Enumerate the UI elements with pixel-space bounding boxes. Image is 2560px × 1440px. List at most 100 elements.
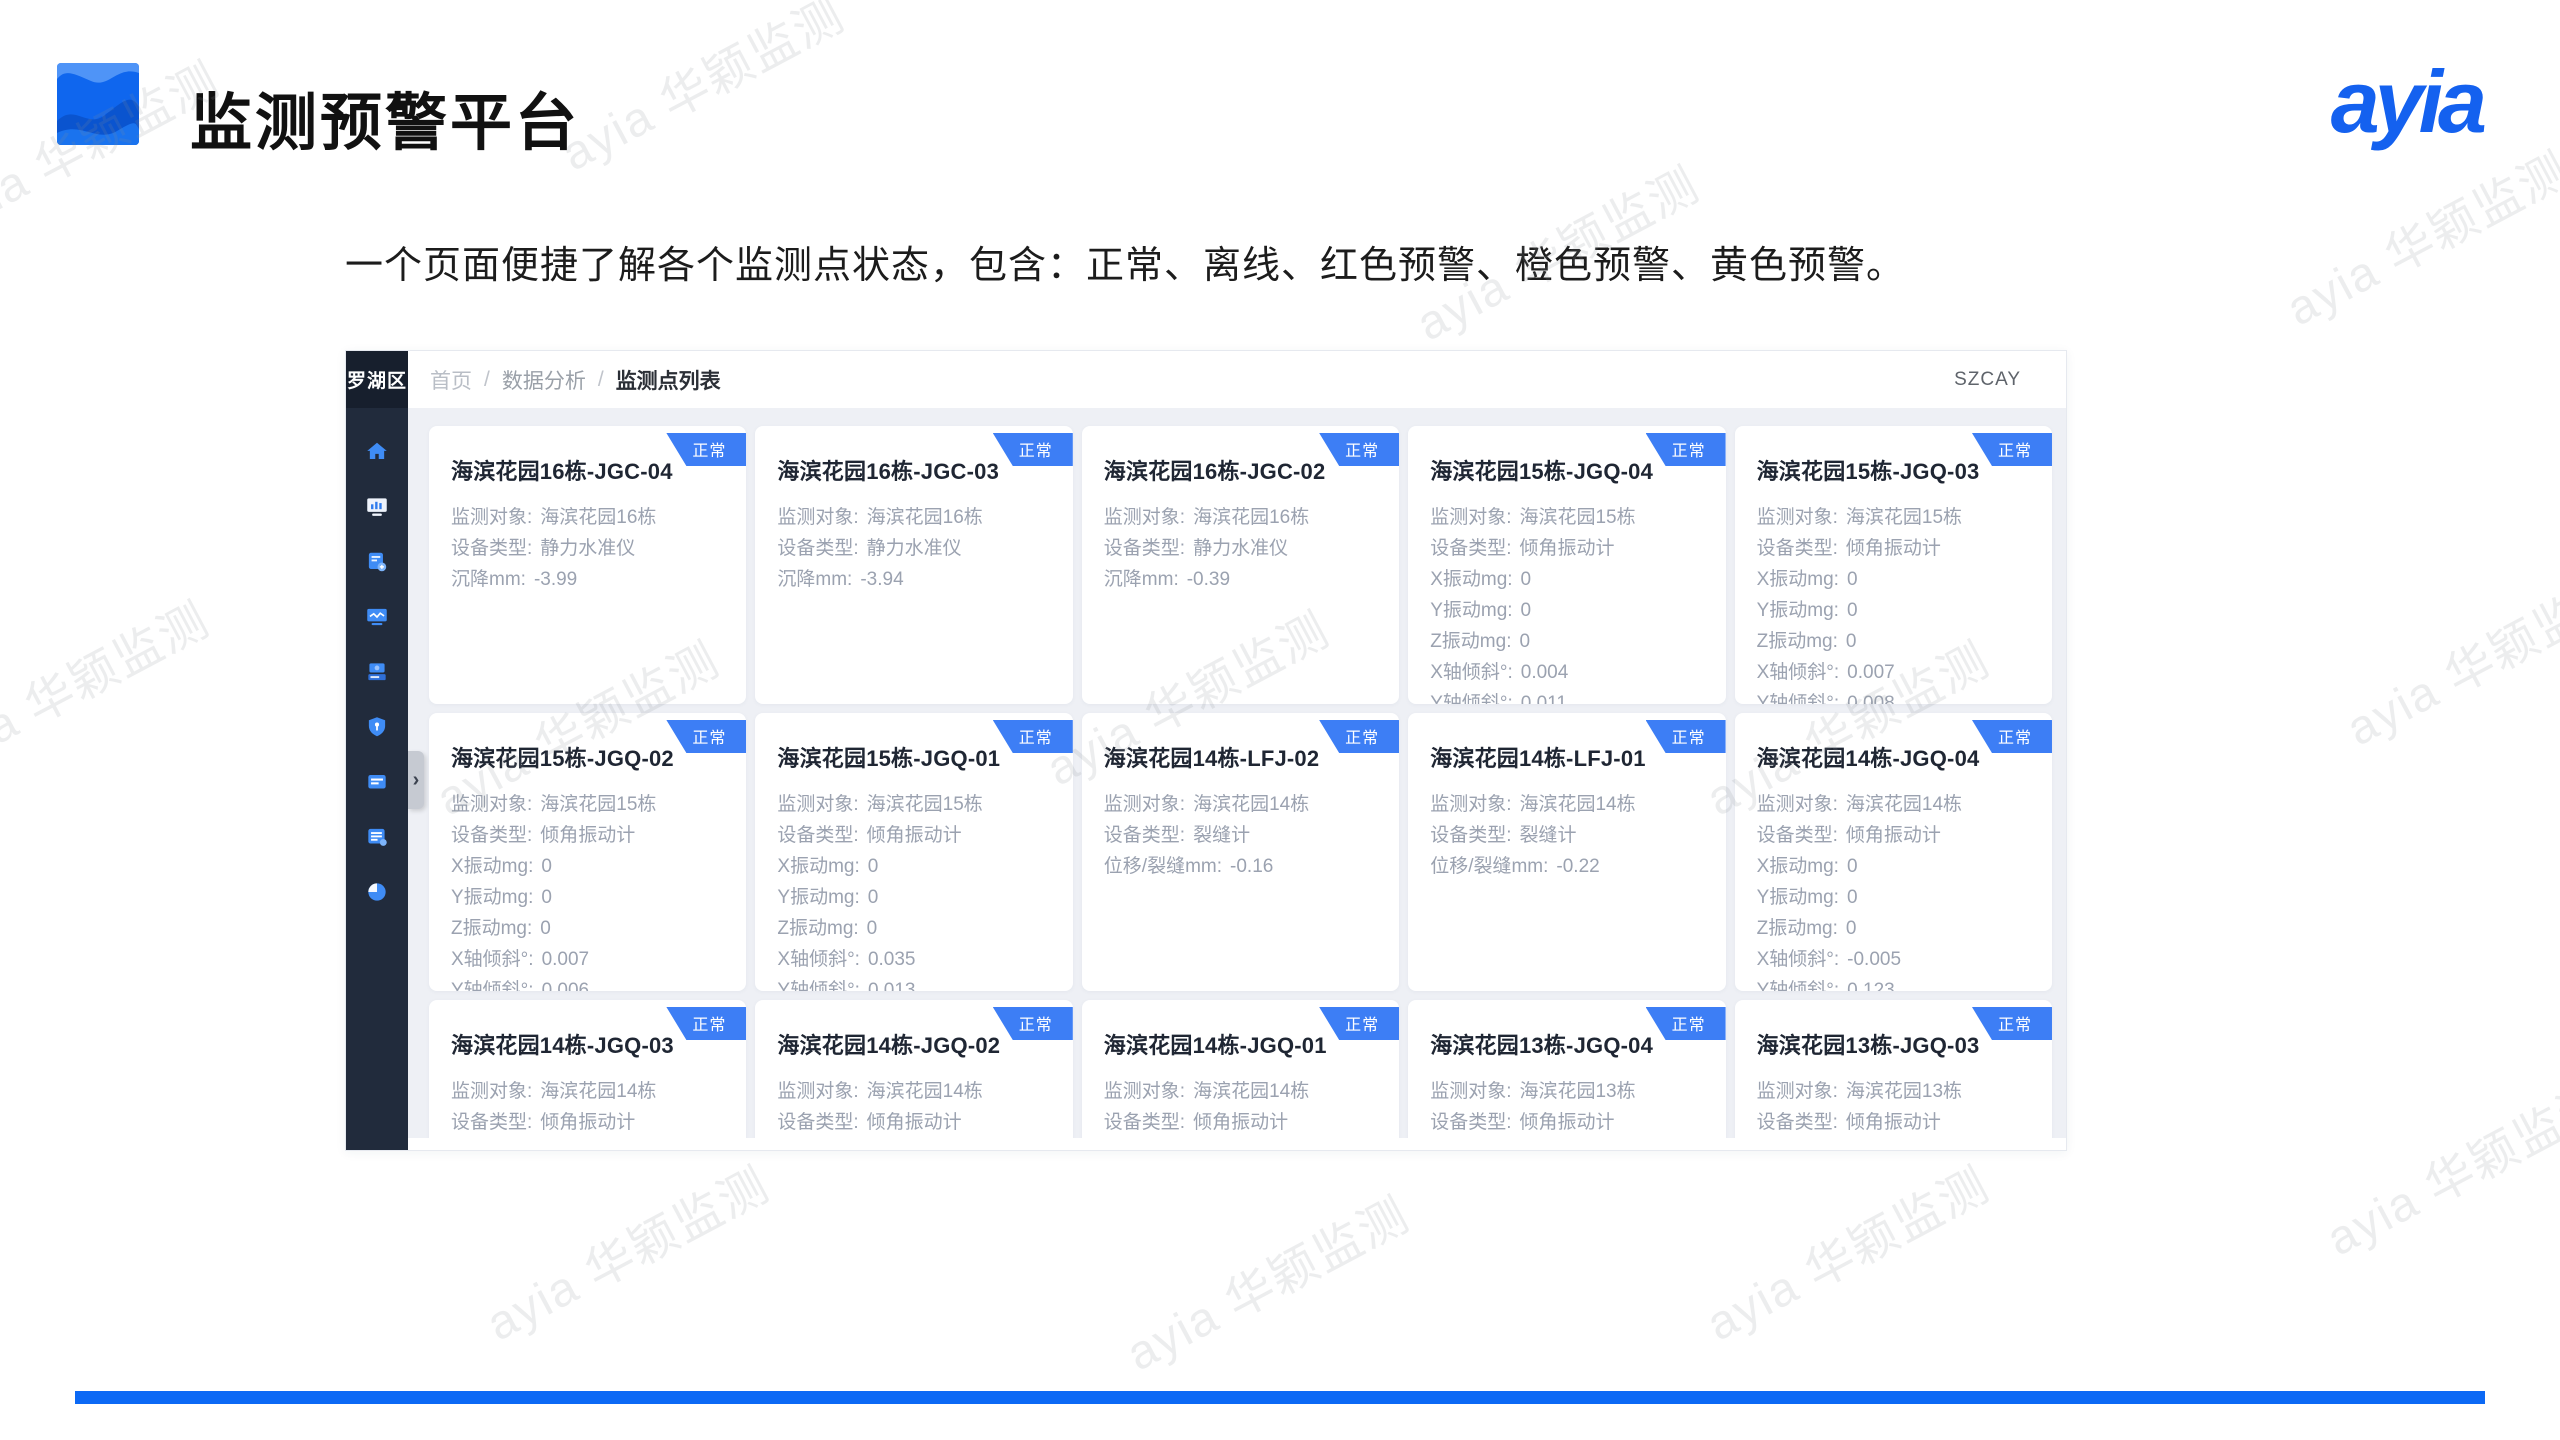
monitor-point-card[interactable]: 正常 海滨花园13栋-JGQ-04 监测对象:海滨花园13栋设备类型:倾角振动计… (1408, 1000, 1725, 1138)
field-value: 裂缝计 (1193, 820, 1250, 851)
field-value: -0.22 (1556, 851, 1599, 882)
card-field-row: 监测对象:海滨花园14栋 (777, 1076, 1052, 1107)
sidebar-collapse-toggle[interactable]: › (408, 751, 424, 809)
sidebar-item-dashboard[interactable] (346, 479, 408, 534)
monitor-point-card[interactable]: 正常 海滨花园14栋-JGQ-04 监测对象:海滨花园14栋设备类型:倾角振动计… (1735, 713, 2052, 991)
breadcrumb-separator: / (484, 368, 490, 392)
breadcrumb-home[interactable]: 首页 (430, 365, 472, 395)
card-field-row: 设备类型:倾角振动计 (451, 1107, 726, 1138)
field-value: 0 (540, 913, 551, 944)
field-value: 海滨花园16栋 (867, 502, 983, 533)
sidebar-item-home[interactable] (346, 424, 408, 479)
field-label: X轴倾斜°: (1757, 657, 1840, 688)
monitor-point-card[interactable]: 正常 海滨花园14栋-JGQ-01 监测对象:海滨花园14栋设备类型:倾角振动计… (1082, 1000, 1399, 1138)
sidebar-item-security[interactable] (346, 699, 408, 754)
field-value: 倾角振动计 (867, 1107, 962, 1138)
field-label: 设备类型: (1757, 820, 1838, 851)
field-label: X振动mg: (1430, 564, 1512, 595)
card-field-row: 设备类型:倾角振动计 (1430, 1107, 1705, 1138)
sidebar-item-devices[interactable] (346, 534, 408, 589)
monitor-point-card[interactable]: 正常 海滨花园16栋-JGC-03 监测对象:海滨花园16栋设备类型:静力水准仪… (755, 426, 1072, 704)
card-field-row: X振动mg:0 (451, 851, 726, 882)
monitor-point-card[interactable]: 正常 海滨花园13栋-JGQ-03 监测对象:海滨花园13栋设备类型:倾角振动计… (1735, 1000, 2052, 1138)
field-label: 设备类型: (1104, 1107, 1185, 1138)
card-fields: 监测对象:海滨花园15栋设备类型:倾角振动计X振动mg:0Y振动mg:0Z振动m… (777, 789, 1052, 991)
monitor-point-card[interactable]: 正常 海滨花园15栋-JGQ-02 监测对象:海滨花园15栋设备类型:倾角振动计… (429, 713, 746, 991)
field-label: Y振动mg: (1757, 595, 1839, 626)
field-label: 设备类型: (1104, 820, 1185, 851)
card-field-row: Y轴倾斜°:0.013 (777, 975, 1052, 991)
watermark: ayia 华颖监测 (1112, 1176, 1420, 1384)
breadcrumb-data-analysis[interactable]: 数据分析 (502, 365, 586, 395)
breadcrumb: 首页 / 数据分析 / 监测点列表 (430, 365, 721, 395)
field-label: 设备类型: (451, 820, 532, 851)
field-value: 0 (1519, 626, 1530, 657)
monitor-point-card[interactable]: 正常 海滨花园14栋-JGQ-03 监测对象:海滨花园14栋设备类型:倾角振动计… (429, 1000, 746, 1138)
field-label: X轴倾斜°: (1757, 944, 1840, 975)
card-fields: 监测对象:海滨花园16栋设备类型:静力水准仪沉降mm:-0.39 (1104, 502, 1379, 595)
sidebar-item-reports[interactable] (346, 809, 408, 864)
device-panel-icon (364, 659, 390, 685)
field-value: 静力水准仪 (867, 533, 962, 564)
field-value: 0.013 (868, 975, 916, 991)
field-value: 倾角振动计 (540, 820, 635, 851)
card-fields: 监测对象:海滨花园14栋设备类型:倾角振动计X振动mg:0 (777, 1076, 1052, 1138)
field-value: 海滨花园15栋 (867, 789, 983, 820)
card-field-row: 监测对象:海滨花园15栋 (1757, 502, 2032, 533)
card-field-row: 设备类型:静力水准仪 (451, 533, 726, 564)
card-field-row: 设备类型:倾角振动计 (777, 1107, 1052, 1138)
monitor-point-card[interactable]: 正常 海滨花园15栋-JGQ-01 监测对象:海滨花园15栋设备类型:倾角振动计… (755, 713, 1072, 991)
sidebar-item-statistics[interactable] (346, 864, 408, 919)
field-value: 倾角振动计 (1519, 533, 1614, 564)
field-label: Z振动mg: (1757, 626, 1838, 657)
field-label: Y轴倾斜°: (451, 975, 534, 991)
field-label: Y轴倾斜°: (1757, 975, 1840, 991)
card-fields: 监测对象:海滨花园16栋设备类型:静力水准仪沉降mm:-3.94 (777, 502, 1052, 595)
sidebar-item-equipment[interactable] (346, 644, 408, 699)
field-value: 0 (1847, 564, 1858, 595)
field-label: 监测对象: (451, 789, 532, 820)
card-fields: 监测对象:海滨花园15栋设备类型:倾角振动计X振动mg:0Y振动mg:0Z振动m… (1430, 502, 1705, 704)
card-field-row: 设备类型:倾角振动计 (777, 820, 1052, 851)
monitor-point-card[interactable]: 正常 海滨花园14栋-JGQ-02 监测对象:海滨花园14栋设备类型:倾角振动计… (755, 1000, 1072, 1138)
monitor-point-card[interactable]: 正常 海滨花园16栋-JGC-02 监测对象:海滨花园16栋设备类型:静力水准仪… (1082, 426, 1399, 704)
field-value: 0 (1847, 851, 1858, 882)
card-fields: 监测对象:海滨花园14栋设备类型:裂缝计位移/裂缝mm:-0.22 (1430, 789, 1705, 882)
card-field-row: Y轴倾斜°:0.008 (1757, 688, 2032, 704)
field-label: X振动mg: (1757, 564, 1839, 595)
field-label: 监测对象: (1430, 1076, 1511, 1107)
sidebar-item-monitoring[interactable] (346, 589, 408, 644)
user-label[interactable]: SZCAY (1954, 369, 2021, 391)
card-fields: 监测对象:海滨花园14栋设备类型:倾角振动计X振动mg:0Y振动mg:0Z振动m… (1757, 789, 2032, 991)
page-title: 监测预警平台 (190, 72, 580, 162)
monitor-point-card[interactable]: 正常 海滨花园14栋-LFJ-02 监测对象:海滨花园14栋设备类型:裂缝计位移… (1082, 713, 1399, 991)
card-field-row: Z振动mg:0 (1430, 626, 1705, 657)
card-field-row: 设备类型:倾角振动计 (1757, 820, 2032, 851)
shield-icon (364, 714, 390, 740)
field-label: 沉降mm: (451, 564, 526, 595)
watermark: ayia 华颖监测 (472, 1146, 780, 1354)
monitor-point-card[interactable]: 正常 海滨花园15栋-JGQ-03 监测对象:海滨花园15栋设备类型:倾角振动计… (1735, 426, 2052, 704)
sidebar-item-records[interactable] (346, 754, 408, 809)
card-field-row: Z振动mg:0 (777, 913, 1052, 944)
card-field-row: X振动mg:0 (1430, 564, 1705, 595)
monitor-point-card[interactable]: 正常 海滨花园14栋-LFJ-01 监测对象:海滨花园14栋设备类型:裂缝计位移… (1408, 713, 1725, 991)
monitor-point-card[interactable]: 正常 海滨花园16栋-JGC-04 监测对象:海滨花园16栋设备类型:静力水准仪… (429, 426, 746, 704)
card-fields: 监测对象:海滨花园15栋设备类型:倾角振动计X振动mg:0Y振动mg:0Z振动m… (451, 789, 726, 991)
field-label: 监测对象: (1104, 1076, 1185, 1107)
card-field-row: X振动mg: 0 (1757, 564, 2032, 595)
watermark: ayia 华颖监测 (2272, 131, 2560, 339)
card-field-row: X振动mg:0 (1757, 851, 2032, 882)
field-value: 0 (541, 882, 552, 913)
field-label: 监测对象: (451, 502, 532, 533)
cards-grid: 正常 海滨花园16栋-JGC-04 监测对象:海滨花园16栋设备类型:静力水准仪… (429, 426, 2052, 1138)
field-value: 0.008 (1847, 688, 1895, 704)
card-field-row: Y振动mg:0 (1430, 595, 1705, 626)
field-label: 设备类型: (451, 1107, 532, 1138)
field-value: -0.39 (1187, 564, 1230, 595)
monitor-point-card[interactable]: 正常 海滨花园15栋-JGQ-04 监测对象:海滨花园15栋设备类型:倾角振动计… (1408, 426, 1725, 704)
card-field-row: 设备类型: 裂缝计 (1104, 820, 1379, 851)
field-label: X振动mg: (451, 851, 533, 882)
field-label: 监测对象: (1757, 789, 1838, 820)
card-field-row: 设备类型:倾角振动计 (1757, 1107, 2032, 1138)
